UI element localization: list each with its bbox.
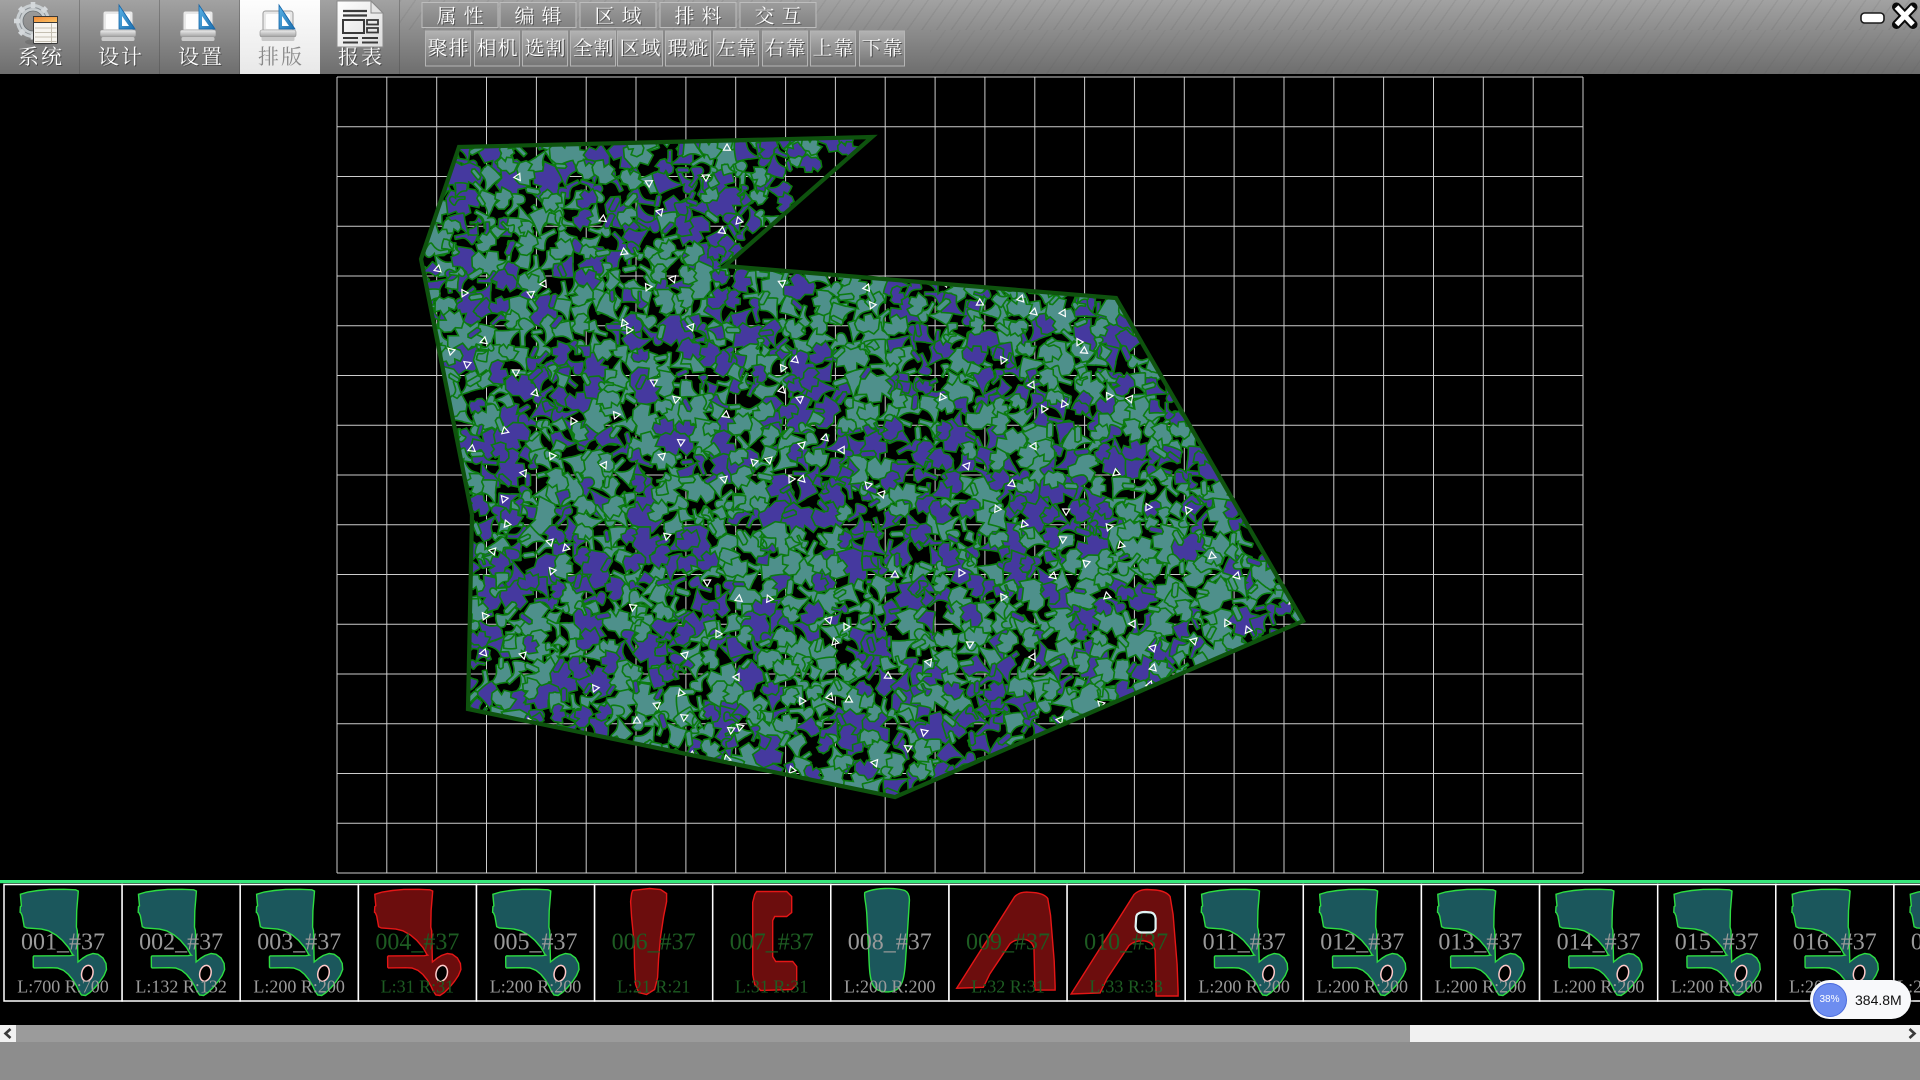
svg-text:004_#37: 004_#37 [375, 930, 459, 956]
svg-text:L:21 R:21: L:21 R:21 [617, 977, 691, 997]
svg-text:006_#37: 006_#37 [612, 930, 696, 956]
svg-text:L:31 R:31: L:31 R:31 [735, 977, 809, 997]
svg-text:013_#37: 013_#37 [1438, 930, 1522, 956]
svg-text:L:200 R:200: L:200 R:200 [1553, 977, 1645, 997]
svg-text:L:700 R:700: L:700 R:700 [17, 977, 109, 997]
svg-text:L:200 R:200: L:200 R:200 [1317, 977, 1409, 997]
svg-text:L:200 R:200: L:200 R:200 [1435, 977, 1527, 997]
svg-text:L:33 R:33: L:33 R:33 [1089, 977, 1163, 997]
svg-text:007_#37: 007_#37 [730, 930, 814, 956]
svg-text:009_#37: 009_#37 [966, 930, 1050, 956]
svg-text:L:200 R:200: L:200 R:200 [1198, 977, 1290, 997]
svg-text:015_#37: 015_#37 [1675, 930, 1759, 956]
svg-text:012_#37: 012_#37 [1320, 930, 1404, 956]
svg-text:008_#37: 008_#37 [848, 930, 932, 956]
svg-text:017_#37: 017_#37 [1911, 930, 1920, 956]
svg-text:005_#37: 005_#37 [494, 930, 578, 956]
svg-text:L:200 R:200: L:200 R:200 [1671, 977, 1763, 997]
svg-text:011_#37: 011_#37 [1203, 930, 1286, 956]
svg-text:L:200 R:200: L:200 R:200 [490, 977, 582, 997]
svg-text:L:31 R:31: L:31 R:31 [381, 977, 455, 997]
svg-text:L:200 R:200: L:200 R:200 [844, 977, 936, 997]
svg-text:L:200 R:200: L:200 R:200 [253, 977, 345, 997]
svg-text:L:132 R:132: L:132 R:132 [135, 977, 227, 997]
svg-text:L:32 R:31: L:32 R:31 [971, 977, 1045, 997]
svg-text:014_#37: 014_#37 [1557, 930, 1641, 956]
svg-text:002_#37: 002_#37 [139, 930, 223, 956]
svg-text:010_#37: 010_#37 [1084, 930, 1168, 956]
svg-text:003_#37: 003_#37 [257, 930, 341, 956]
svg-text:001_#37: 001_#37 [21, 930, 105, 956]
svg-text:016_#37: 016_#37 [1793, 930, 1877, 956]
